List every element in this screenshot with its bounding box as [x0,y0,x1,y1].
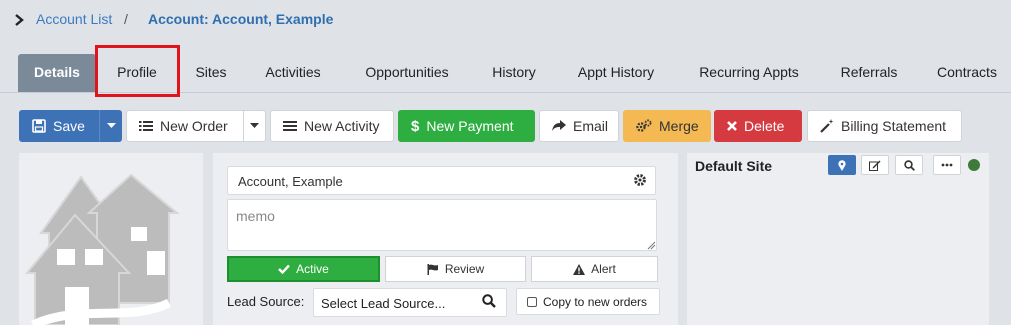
site-title: Default Site [695,158,773,174]
new-order-dropdown-toggle[interactable] [244,110,266,142]
delete-label: Delete [744,118,785,134]
status-active-label: Active [296,262,329,276]
check-icon [278,264,291,274]
status-review-label: Review [444,262,485,276]
site-more-button[interactable] [933,155,961,175]
share-arrow-icon [552,120,566,131]
tab-opportunities[interactable]: Opportunities [346,54,468,92]
copy-to-new-orders-label: Copy to new orders [543,294,648,309]
site-search-button[interactable] [895,155,923,175]
site-edit-button[interactable] [861,155,889,175]
account-photo-panel [19,153,203,325]
breadcrumb-account-list-link[interactable]: Account List [36,11,112,27]
checkbox-square[interactable] [527,296,537,307]
site-status-indicator [968,159,980,171]
house-placeholder-icon [24,173,180,325]
more-horizontal-icon [941,163,953,167]
tab-activities[interactable]: Activities [250,54,336,92]
gear-icon[interactable] [632,172,648,188]
new-payment-button[interactable]: $ New Payment [398,110,535,142]
caret-down-icon [106,123,116,128]
magic-wand-icon [820,119,834,133]
lead-source-label: Lead Source: [227,294,305,309]
notes-icon [283,121,297,131]
merge-label: Merge [659,118,699,134]
edit-icon [869,160,881,171]
chevron-right-icon [15,14,24,26]
save-icon [32,119,46,133]
resize-grip-icon[interactable] [646,240,656,250]
caret-down-icon [250,123,259,128]
merge-button[interactable]: Merge [623,110,711,142]
page-title: Account: Account, Example [148,11,334,27]
billing-statement-button[interactable]: Billing Statement [807,110,962,142]
status-review-button[interactable]: Review [385,256,526,282]
breadcrumb-separator: / [124,11,128,27]
account-name-field[interactable]: Account, Example [227,166,656,195]
delete-button[interactable]: Delete [714,110,802,142]
default-site-panel [687,153,989,325]
billing-statement-label: Billing Statement [841,118,947,134]
tab-details[interactable]: Details [18,54,96,92]
new-activity-label: New Activity [304,118,380,134]
search-icon [903,159,915,171]
email-label: Email [573,118,609,134]
tab-profile[interactable]: Profile [98,54,176,92]
tab-referrals[interactable]: Referrals [826,54,912,92]
list-icon [139,121,153,131]
tab-sites[interactable]: Sites [180,54,242,92]
save-dropdown-toggle[interactable] [99,110,122,142]
memo-textarea[interactable]: memo [227,199,657,251]
lead-source-select[interactable]: Select Lead Source... [313,288,507,317]
tab-appt-history[interactable]: Appt History [560,54,672,92]
status-alert-button[interactable]: Alert [531,256,658,282]
new-order-label: New Order [160,118,228,134]
tabs-divider [0,92,1011,93]
new-order-button[interactable]: New Order [126,110,244,142]
email-button[interactable]: Email [539,110,619,142]
save-button-label: Save [53,118,85,134]
warning-icon [573,263,586,275]
new-payment-label: New Payment [426,118,514,134]
flag-icon [427,263,438,275]
tab-contracts[interactable]: Contracts [922,54,1011,92]
status-active-button[interactable]: Active [227,256,380,282]
site-map-button[interactable] [828,155,856,175]
tab-recurring-appts[interactable]: Recurring Appts [682,54,816,92]
new-activity-button[interactable]: New Activity [270,110,394,142]
dollar-icon: $ [411,117,420,135]
map-marker-icon [838,159,846,171]
copy-to-new-orders-checkbox[interactable]: Copy to new orders [516,288,660,315]
status-alert-label: Alert [591,262,616,276]
cogs-icon [636,119,652,132]
save-button[interactable]: Save [19,110,99,142]
close-icon [727,121,737,131]
tab-history[interactable]: History [478,54,550,92]
search-icon[interactable] [482,294,496,308]
